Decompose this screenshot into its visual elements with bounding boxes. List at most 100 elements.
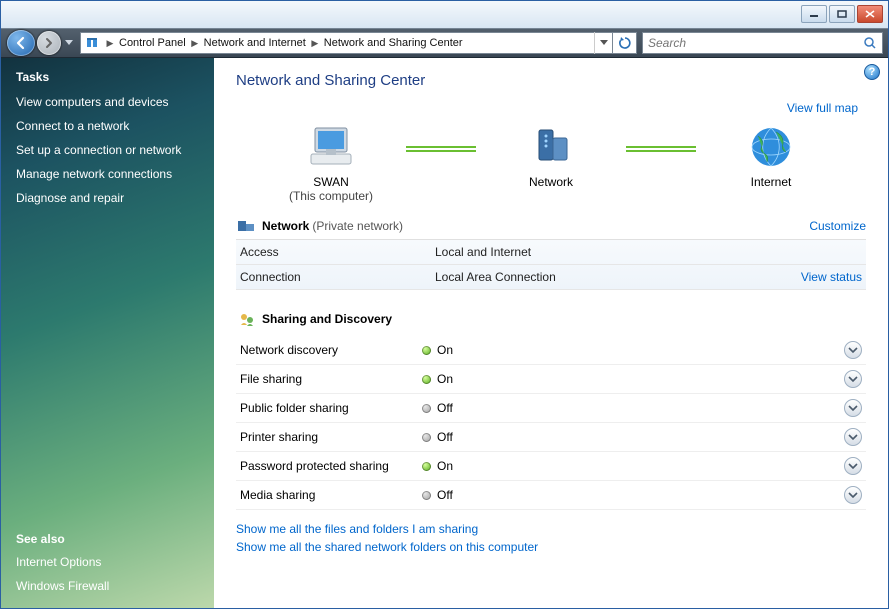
address-bar[interactable]: ▶ Control Panel ▶ Network and Internet ▶… <box>80 32 613 54</box>
map-connection-wire <box>406 146 476 152</box>
seealso-link[interactable]: Internet Options <box>1 550 214 574</box>
discovery-name: File sharing <box>240 372 422 386</box>
map-node-label: Network <box>476 175 626 189</box>
task-pane: Tasks View computers and devices Connect… <box>1 58 214 608</box>
task-link[interactable]: Set up a connection or network <box>1 138 214 162</box>
search-input[interactable] <box>643 36 858 50</box>
network-section-subtitle: (Private network) <box>312 219 403 233</box>
expand-button[interactable] <box>844 370 862 388</box>
page-title: Network and Sharing Center <box>236 58 866 93</box>
discovery-row: Public folder sharing Off <box>236 394 866 423</box>
nav-history-dropdown[interactable] <box>64 31 74 55</box>
info-value: Local and Internet <box>435 245 862 259</box>
titlebar <box>1 1 888 28</box>
task-link[interactable]: View computers and devices <box>1 90 214 114</box>
footer-link[interactable]: Show me all the files and folders I am s… <box>236 520 866 538</box>
forward-button[interactable] <box>37 31 61 55</box>
content-area: ? Network and Sharing Center View full m… <box>214 58 888 608</box>
sharing-icon <box>236 310 258 328</box>
expand-button[interactable] <box>844 457 862 475</box>
task-link[interactable]: Manage network connections <box>1 162 214 186</box>
network-device-icon <box>476 121 626 173</box>
task-link[interactable]: Connect to a network <box>1 114 214 138</box>
network-map: SWAN (This computer) Network <box>236 121 866 203</box>
breadcrumb-arrow-icon[interactable]: ▶ <box>188 38 202 49</box>
info-value: Local Area Connection <box>435 270 801 284</box>
breadcrumb-arrow-icon[interactable]: ▶ <box>308 38 322 49</box>
seealso-link[interactable]: Windows Firewall <box>1 574 214 598</box>
map-node-internet[interactable]: Internet <box>696 121 846 203</box>
info-key: Access <box>240 245 435 259</box>
info-row: Connection Local Area Connection View st… <box>236 265 866 290</box>
status-on-icon <box>422 346 431 355</box>
network-info-table: Access Local and Internet Connection Loc… <box>236 239 866 290</box>
tasks-heading: Tasks <box>1 70 214 90</box>
discovery-status: On <box>422 459 844 473</box>
expand-button[interactable] <box>844 486 862 504</box>
discovery-status: On <box>422 372 844 386</box>
expand-button[interactable] <box>844 341 862 359</box>
status-text: Off <box>437 401 453 415</box>
address-dropdown[interactable] <box>594 32 612 54</box>
map-node-label: Internet <box>696 175 846 189</box>
discovery-status: Off <box>422 401 844 415</box>
discovery-row: Network discovery On <box>236 336 866 365</box>
discovery-status: Off <box>422 430 844 444</box>
status-off-icon <box>422 491 431 500</box>
discovery-status: On <box>422 343 844 357</box>
view-full-map-link[interactable]: View full map <box>787 101 858 115</box>
task-link[interactable]: Diagnose and repair <box>1 186 214 210</box>
discovery-row: File sharing On <box>236 365 866 394</box>
seealso-heading: See also <box>1 532 214 550</box>
status-text: Off <box>437 488 453 502</box>
breadcrumb-segment[interactable]: Control Panel <box>117 33 188 53</box>
expand-button[interactable] <box>844 428 862 446</box>
info-row: Access Local and Internet <box>236 240 866 265</box>
network-icon <box>236 217 258 235</box>
discovery-section-header: Sharing and Discovery <box>236 304 866 332</box>
view-status-link[interactable]: View status <box>801 270 862 284</box>
status-on-icon <box>422 462 431 471</box>
status-on-icon <box>422 375 431 384</box>
map-node-this-pc[interactable]: SWAN (This computer) <box>256 121 406 203</box>
discovery-status: Off <box>422 488 844 502</box>
close-button[interactable] <box>857 5 883 23</box>
discovery-table: Network discovery On File sharing On Public … <box>236 336 866 510</box>
map-node-label: SWAN <box>256 175 406 189</box>
map-node-sublabel: (This computer) <box>256 189 406 203</box>
footer-link[interactable]: Show me all the shared network folders o… <box>236 538 866 556</box>
breadcrumb-arrow-icon[interactable]: ▶ <box>103 38 117 49</box>
status-text: Off <box>437 430 453 444</box>
discovery-row: Password protected sharingOn <box>236 452 866 481</box>
status-off-icon <box>422 433 431 442</box>
discovery-section-title: Sharing and Discovery <box>262 312 392 326</box>
maximize-button[interactable] <box>829 5 855 23</box>
search-box[interactable] <box>642 32 883 54</box>
help-icon[interactable]: ? <box>864 64 880 80</box>
network-section-header: Network (Private network) Customize <box>236 211 866 239</box>
breadcrumb-segment[interactable]: Network and Sharing Center <box>322 33 465 53</box>
map-connection-wire <box>626 146 696 152</box>
footer-links: Show me all the files and folders I am s… <box>236 510 866 560</box>
status-text: On <box>437 343 453 357</box>
discovery-name: Network discovery <box>240 343 422 357</box>
status-text: On <box>437 372 453 386</box>
minimize-button[interactable] <box>801 5 827 23</box>
discovery-name: Password protected sharing <box>240 459 422 473</box>
discovery-name: Public folder sharing <box>240 401 422 415</box>
customize-link[interactable]: Customize <box>809 219 866 233</box>
discovery-row: Media sharing Off <box>236 481 866 510</box>
info-key: Connection <box>240 270 435 284</box>
computer-icon <box>256 121 406 173</box>
location-icon <box>81 32 103 54</box>
refresh-button[interactable] <box>613 32 637 54</box>
discovery-name: Media sharing <box>240 488 422 502</box>
map-node-network[interactable]: Network <box>476 121 626 203</box>
breadcrumb-segment[interactable]: Network and Internet <box>202 33 308 53</box>
network-section-title: Network <box>262 219 309 233</box>
globe-icon <box>696 121 846 173</box>
discovery-name: Printer sharing <box>240 430 422 444</box>
search-icon[interactable] <box>858 36 882 50</box>
expand-button[interactable] <box>844 399 862 417</box>
back-button[interactable] <box>7 30 35 56</box>
